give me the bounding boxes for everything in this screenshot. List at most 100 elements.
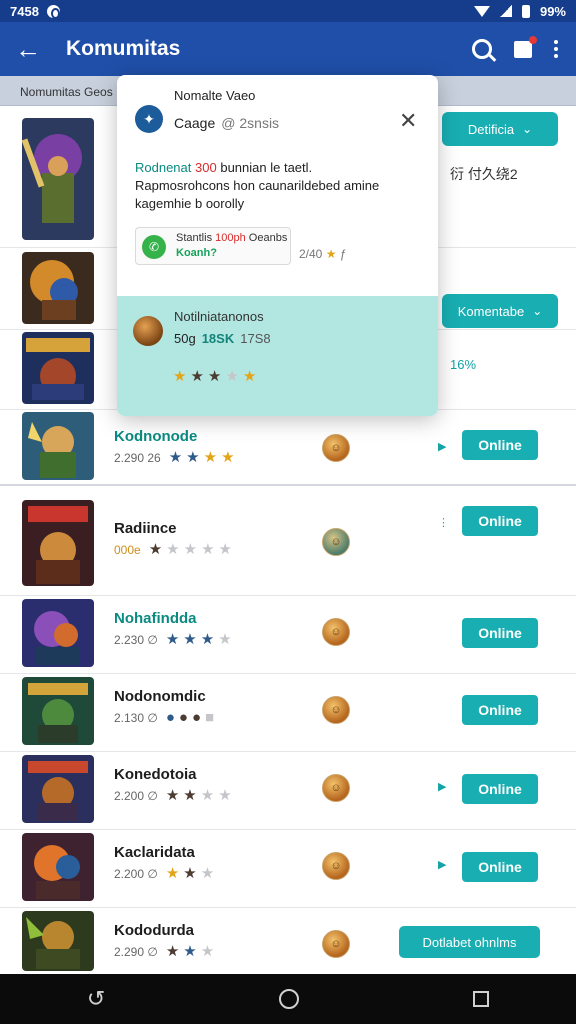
search-icon[interactable]	[472, 39, 492, 59]
more-indicator-icon: ⋮	[438, 517, 449, 529]
popup-sender-meta: @ 2snsis	[221, 115, 280, 131]
band-stats: 50g 18SK 17S8	[174, 331, 271, 346]
rating-star-icon: ★	[148, 541, 163, 558]
card-subtitle: Koanh?	[176, 247, 217, 259]
message-number: 300	[195, 160, 217, 175]
rating-star-icon: ★	[218, 631, 232, 648]
rating-star-icon: ★	[165, 631, 180, 648]
list-item[interactable]: Kodnonode 2.290 26 ★ ★ ★ ★ ☺ ▶ Online	[0, 410, 576, 486]
nav-home-icon[interactable]	[279, 989, 300, 1009]
attachment-card[interactable]: ✆ Stantlis 100ph Oeanbs Koanh?	[135, 227, 291, 265]
rating-star-icon: ★	[221, 449, 235, 466]
rating-star-icon: ■	[205, 709, 215, 726]
band-title: Notilniatanonos	[174, 309, 264, 324]
details-button[interactable]: Dotlabet ohnlms	[399, 926, 540, 958]
message-text: bunnian le taetl.	[220, 160, 313, 175]
notification-bell-icon[interactable]	[514, 35, 537, 58]
game-thumbnail	[22, 500, 94, 586]
play-indicator-icon: ▶	[438, 781, 447, 793]
item-name: Nohafindda	[114, 610, 197, 627]
rating-star-icon: ★	[183, 865, 197, 882]
chevron-down-icon: ⌄	[522, 122, 533, 136]
card-title: Stantlis 100ph Oeanbs	[176, 232, 287, 244]
play-indicator-icon: ▶	[438, 859, 447, 871]
popup-highlight-band[interactable]: Notilniatanonos 50g 18SK 17S8 ★ ★ ★ ★ ★	[117, 296, 438, 416]
comment-dropdown-label: Komentabe	[457, 303, 525, 319]
battery-level: 99%	[539, 3, 566, 19]
rating-star-icon: ★	[165, 787, 180, 804]
game-thumbnail	[22, 332, 94, 404]
item-name: Kaclaridata	[114, 844, 195, 861]
nav-back-icon[interactable]: ↺	[87, 986, 105, 1012]
rating-star-icon: ★	[190, 368, 204, 385]
game-thumbnail	[22, 412, 94, 480]
list-item[interactable]: Konedotoia 2.200 ∅ ★ ★ ★ ★ ☺ ▶ Online	[0, 752, 576, 830]
rating-star-icon: ●	[165, 709, 175, 726]
rating-star-icon: ★	[225, 368, 239, 385]
user-avatar: ☺	[322, 774, 350, 802]
row-percentage: 16%	[450, 357, 477, 372]
rating-star-icon: ★	[183, 943, 197, 960]
row-side-text: 衍 付久绕2	[450, 166, 518, 182]
item-count: 2.290 ∅	[114, 944, 158, 959]
popup-message-line: Rapmosrohcons hon caunarildebed amine	[135, 178, 380, 193]
user-avatar: ☺	[322, 618, 350, 646]
signal-icon	[499, 5, 512, 17]
item-meta: 2.200 ∅ ★ ★ ★ ★	[114, 788, 232, 803]
item-name: Kodnonode	[114, 428, 198, 445]
rating-star-icon: ★	[168, 449, 183, 466]
status-time: 7458	[10, 3, 39, 19]
more-options-icon[interactable]	[554, 40, 558, 58]
rating-star-icon: ★	[186, 449, 200, 466]
item-name: Kododurda	[114, 922, 194, 939]
band-rating: ★ ★ ★ ★ ★	[173, 369, 256, 384]
list-item[interactable]: Kododurda 2.290 ∅ ★ ★ ★ ☺ Dotlabet ohnlm…	[0, 908, 576, 974]
play-indicator-icon: ▶	[438, 441, 447, 453]
rating-star-icon: ★	[218, 541, 232, 558]
item-meta: 2.290 26 ★ ★ ★ ★	[114, 450, 235, 465]
back-arrow-icon[interactable]: ←	[0, 22, 56, 76]
rating-star-icon: ★	[173, 368, 187, 385]
rating-star-icon: ★	[166, 541, 180, 558]
online-button[interactable]: Online	[462, 618, 538, 648]
comment-dropdown-button[interactable]: Komentabe ⌄	[442, 294, 558, 328]
popup-sender: Caage	[174, 115, 216, 131]
card-title-a: Stantlis	[176, 232, 213, 244]
popup-message-line: kagemhie b oorolly	[135, 196, 245, 211]
game-thumbnail	[22, 755, 94, 823]
detail-dropdown-button[interactable]: Detificia ⌄	[442, 112, 558, 146]
rating-star-icon: ★	[200, 943, 215, 960]
card-rating: 2/40 ★ ƒ	[299, 247, 347, 261]
rating-star-icon: ●	[178, 709, 188, 726]
online-button[interactable]: Online	[462, 852, 538, 882]
card-rating-extra: ƒ	[339, 247, 347, 261]
game-thumbnail	[22, 118, 94, 240]
item-count: 000e	[114, 542, 141, 557]
online-button[interactable]: Online	[462, 774, 538, 804]
rating-star-icon: ★	[242, 368, 257, 385]
rating-star-icon: ★	[183, 541, 198, 558]
system-nav-bar: ↺	[0, 974, 576, 1024]
online-button[interactable]: Online	[462, 506, 538, 536]
detail-dropdown-label: Detificia	[467, 121, 515, 137]
page-title: Komumitas	[66, 37, 181, 60]
online-button[interactable]: Online	[462, 695, 538, 725]
app-bar: ← Komumitas	[0, 22, 576, 76]
game-thumbnail	[22, 599, 94, 667]
rating-star-icon: ★	[200, 631, 215, 648]
rating-star-icon: ★	[325, 247, 337, 261]
item-count: 2.200 ∅	[114, 788, 158, 803]
list-item[interactable]: Radiince 000e ★ ★ ★ ★ ★ ☺ ⋮ Online	[0, 486, 576, 596]
list-item[interactable]: Kaclaridata 2.200 ∅ ★ ★ ★ ☺ ▶ Online	[0, 830, 576, 908]
list-item[interactable]: Nodonomdic 2.130 ∅ ● ● ● ■ ☺ Online	[0, 674, 576, 752]
online-button[interactable]: Online	[462, 430, 538, 460]
band-stat-c: 17S8	[240, 331, 271, 346]
item-meta: 2.230 ∅ ★ ★ ★ ★	[114, 632, 232, 647]
user-avatar: ☺	[322, 930, 350, 958]
game-thumbnail	[22, 677, 94, 745]
item-meta: 2.200 ∅ ★ ★ ★	[114, 866, 214, 881]
close-icon[interactable]: ✕	[399, 110, 417, 132]
nav-recents-icon[interactable]	[473, 991, 490, 1007]
list-item[interactable]: Nohafindda 2.230 ∅ ★ ★ ★ ★ ☺ Online	[0, 596, 576, 674]
rating-star-icon: ★	[207, 368, 222, 385]
